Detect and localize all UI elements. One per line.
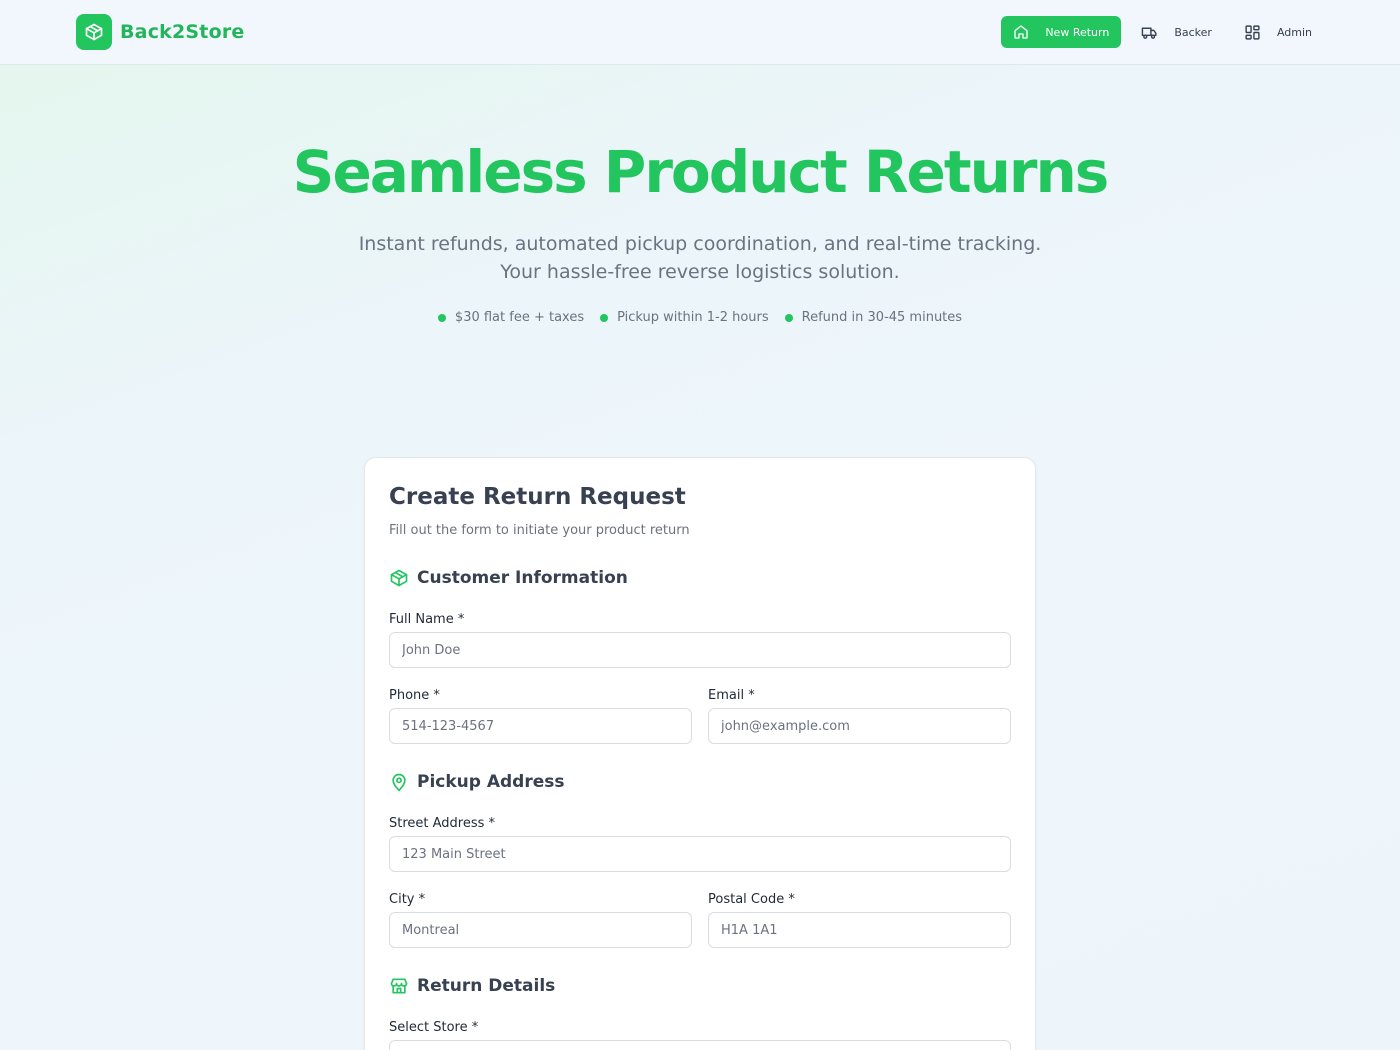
phone-label: Phone * (389, 688, 440, 703)
form-subtitle: Fill out the form to initiate your produ… (389, 523, 690, 538)
feature-label: Refund in 30-45 minutes (801, 310, 963, 325)
select-store-label: Select Store * (389, 1020, 479, 1035)
admin-button[interactable]: Admin (1232, 16, 1324, 48)
backer-label: Backer (1174, 25, 1212, 39)
new-return-button[interactable]: New Return (1001, 16, 1122, 48)
bullet-dot-icon (784, 313, 793, 322)
street-address-input[interactable] (389, 836, 1011, 872)
phone-input[interactable] (389, 708, 692, 744)
form-title: Create Return Request (389, 484, 686, 510)
postal-code-input[interactable] (708, 912, 1011, 948)
return-section-title: Return Details (417, 976, 556, 996)
return-request-card: Create Return Request Fill out the form … (364, 457, 1036, 1050)
full-name-label: Full Name * (389, 612, 465, 627)
hero-subtitle-line-1: Instant refunds, automated pickup coordi… (358, 233, 1042, 255)
map-pin-icon (389, 772, 409, 792)
email-input[interactable] (708, 708, 1011, 744)
email-label: Email * (708, 688, 755, 703)
admin-label: Admin (1276, 25, 1312, 39)
hero-subtitle: Instant refunds, automated pickup coordi… (0, 230, 1400, 286)
return-section-header: Return Details (389, 976, 555, 996)
city-label: City * (389, 892, 426, 907)
bullet-dot-icon (437, 313, 446, 322)
package-icon (389, 568, 409, 588)
feature-list: $30 flat fee + taxes Pickup within 1-2 h… (0, 310, 1400, 325)
city-input[interactable] (389, 912, 692, 948)
select-store-dropdown[interactable] (389, 1040, 1011, 1050)
feature-item: $30 flat fee + taxes (437, 310, 585, 325)
street-address-label: Street Address * (389, 816, 496, 831)
home-icon (1013, 24, 1029, 40)
feature-item: Refund in 30-45 minutes (784, 310, 963, 325)
customer-section-header: Customer Information (389, 568, 628, 588)
feature-label: $30 flat fee + taxes (454, 310, 585, 325)
pickup-section-title: Pickup Address (417, 772, 565, 792)
hero-title: Seamless Product Returns (292, 138, 1110, 206)
hero-subtitle-line-2: Your hassle-free reverse logistics solut… (500, 261, 900, 283)
brand[interactable]: Back2Store (76, 14, 245, 50)
postal-code-label: Postal Code * (708, 892, 795, 907)
backer-button[interactable]: Backer (1129, 16, 1224, 48)
bullet-dot-icon (600, 313, 609, 322)
brand-name: Back2Store (120, 21, 245, 43)
feature-item: Pickup within 1-2 hours (600, 310, 769, 325)
full-name-input[interactable] (389, 632, 1011, 668)
pickup-section-header: Pickup Address (389, 772, 565, 792)
dashboard-icon (1244, 24, 1261, 41)
truck-icon (1141, 24, 1158, 41)
top-navbar: Back2Store New Return Backer Admin (0, 0, 1400, 65)
customer-section-title: Customer Information (417, 568, 628, 588)
new-return-label: New Return (1045, 25, 1110, 39)
package-icon (76, 14, 112, 50)
nav-links: New Return Backer Admin (1001, 16, 1324, 48)
feature-label: Pickup within 1-2 hours (617, 310, 769, 325)
store-icon (389, 976, 409, 996)
